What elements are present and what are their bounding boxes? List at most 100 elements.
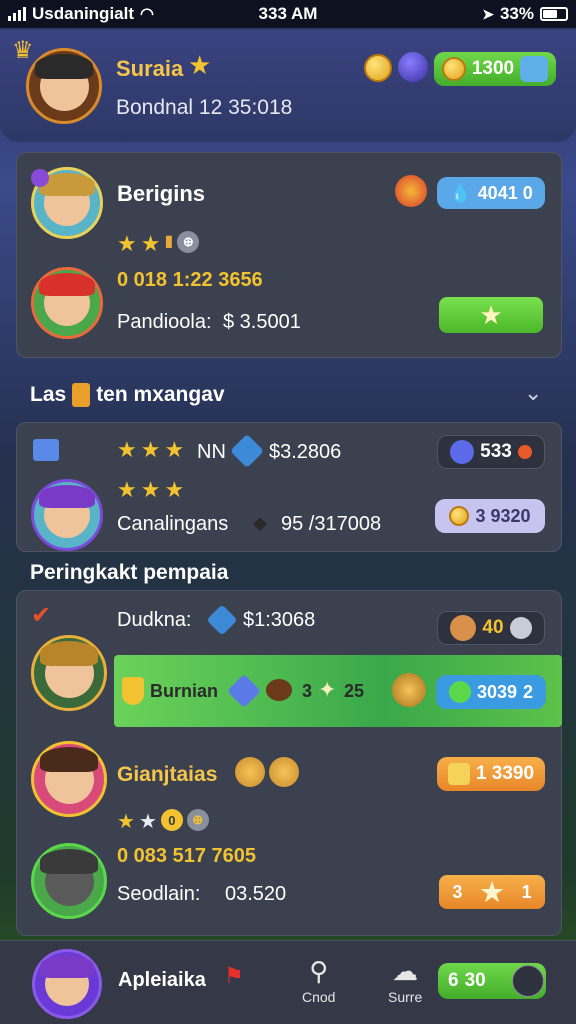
tab-search-label: Cnod [302, 989, 336, 1005]
star-icon: ★ [480, 876, 504, 907]
row1-value: $3.2806 [269, 441, 342, 463]
flame-icon[interactable] [395, 175, 427, 207]
hero-avatar-6[interactable] [31, 843, 107, 919]
tab-search[interactable]: ⚲ Cnod [302, 957, 335, 1005]
energy-value: 30 [464, 970, 486, 991]
banner-value2: 25 [344, 681, 365, 701]
banner-value: 3 [302, 681, 313, 701]
rating-star-3: ★ [164, 437, 185, 462]
battery-icon [540, 7, 568, 21]
globe-icon [448, 681, 471, 703]
boot-icon: ◆ [253, 513, 267, 533]
balance-pill[interactable]: 💧 4041 0 [437, 177, 545, 209]
drop-icon: 💧 [449, 182, 472, 203]
row1-badge: NN [197, 441, 226, 463]
gold-coin-icon[interactable] [364, 54, 392, 82]
row2-pill-value: 3 9320 [475, 505, 531, 526]
settings-icon [509, 617, 532, 639]
hero-avatar-5[interactable] [31, 741, 107, 817]
coin-balance: 1300 [471, 58, 515, 79]
player-subtitle: Bondnal 12 35:018 [116, 96, 293, 119]
trophy-icon [72, 383, 91, 407]
claim-right: 1 [521, 881, 532, 902]
player-avatar[interactable] [26, 48, 102, 124]
reward-value: $ 3.5001 [223, 311, 301, 333]
hero-hat-4 [39, 640, 99, 666]
flag-icon: ⚑ [224, 963, 244, 988]
status-right: ➤ 33% [482, 4, 568, 24]
hero-avatar-4[interactable] [31, 635, 107, 711]
shield-gold-icon [122, 677, 144, 705]
row1-pill[interactable]: 533 [437, 435, 545, 469]
row1-value: $1:3068 [243, 609, 316, 631]
ranking-card: ✔ Dudkna: $1:3068 40 Gianjtaias 1 3390 ★… [16, 590, 562, 936]
row2-label: Canalingans [117, 513, 229, 535]
hero-level-badge [31, 169, 49, 187]
blue-gem-icon [206, 604, 238, 636]
row2-label: Seodlain: [117, 883, 201, 905]
row2-pill[interactable]: 1 3390 [437, 757, 545, 791]
clock-icon: ⊕ [177, 231, 200, 253]
row2-rating: ★ ★ 0 ⊕ [117, 809, 209, 834]
highlight-banner[interactable]: Burnian 3 ✦ 25 3039 2 [114, 655, 562, 727]
rating-star-2: ★ [140, 477, 161, 502]
row1-pill-value: 533 [480, 441, 512, 462]
league-label-rest: ten mxangav [96, 383, 225, 406]
row1-name: Dudkna: [117, 609, 192, 631]
profile-hat [40, 954, 94, 978]
banner-pill[interactable]: 3039 2 [436, 675, 546, 709]
coin-face-icon-2 [269, 757, 299, 787]
row2-name: Gianjtaias [117, 763, 218, 786]
favorite-button[interactable]: ★ [439, 297, 543, 333]
hero-name: Berigins [117, 181, 206, 206]
sword-icon [450, 615, 477, 641]
row2-pill-value: 1 3390 [475, 763, 535, 784]
row2-rating: ★ ★ ★ [117, 477, 184, 503]
coin-balance-pill[interactable]: 1300 [434, 52, 556, 86]
store-icon [520, 56, 549, 82]
banner-pill-value: 3039 [476, 681, 518, 702]
coin-icon [441, 57, 466, 81]
claim-left: 3 [452, 881, 463, 902]
coin-mini-icon: 0 [160, 809, 183, 831]
potion-icon: ▮ [164, 233, 174, 250]
hero-hat-2 [39, 272, 95, 297]
crown-icon: ♛ [12, 37, 34, 64]
league-card: ★ ★ ★ NN $3.2806 533 ★ ★ ★ Canalingans ◆ 95 … [16, 422, 562, 552]
fire-dot-icon [517, 445, 532, 459]
search-icon: ⚲ [309, 956, 329, 986]
clock-icon: ⊕ [186, 809, 209, 831]
claim-button[interactable]: 3 ★ 1 [439, 875, 545, 909]
blue-gem-icon [230, 434, 264, 468]
hero-avatar-2[interactable] [31, 267, 103, 339]
rating-star-3: ★ [164, 477, 185, 502]
player-name: Suraia [116, 56, 184, 81]
league-label: Las [30, 383, 67, 406]
profile-header: ♛ Suraia ★ Bondnal 12 35:018 1300 [0, 30, 576, 142]
bottom-nav: Apleiaika ⚑ ⚲ Cnod ☁ Surre 6 30 [0, 940, 576, 1024]
location-icon: ➤ [482, 5, 494, 22]
row2-pill[interactable]: 3 9320 [435, 499, 545, 533]
star-badge-icon: ✦ [318, 677, 337, 702]
coin-icon [449, 506, 470, 526]
row2-value: 03.520 [225, 883, 287, 905]
sack-icon [266, 679, 292, 701]
row1-pill[interactable]: 40 [437, 611, 545, 645]
avatar-hat [34, 53, 94, 79]
energy-pill[interactable]: 6 30 [438, 963, 546, 999]
rating-star-2: ★ [140, 231, 161, 256]
mail-icon[interactable] [33, 439, 59, 461]
player-card-top: Berigins 💧 4041 0 ★ ★ ▮ ⊕ 0 018 1:22 3656… [16, 152, 562, 358]
rating-star-1: ★ [117, 477, 137, 502]
battery-percent: 33% [499, 4, 534, 23]
profile-avatar[interactable] [32, 949, 102, 1019]
cloud-icon: ☁ [392, 956, 419, 986]
star-icon: ★ [479, 299, 503, 330]
tab-shop[interactable]: ☁ Surre [388, 957, 422, 1005]
gem-icon[interactable] [398, 52, 428, 82]
league-heading: Las ten mxangav [30, 383, 225, 407]
energy-left: 6 [448, 970, 459, 991]
hero-avatar-3[interactable] [31, 479, 103, 551]
chevron-down-icon[interactable]: ⌄ [524, 380, 542, 406]
rating-star-2: ★ [138, 811, 157, 833]
